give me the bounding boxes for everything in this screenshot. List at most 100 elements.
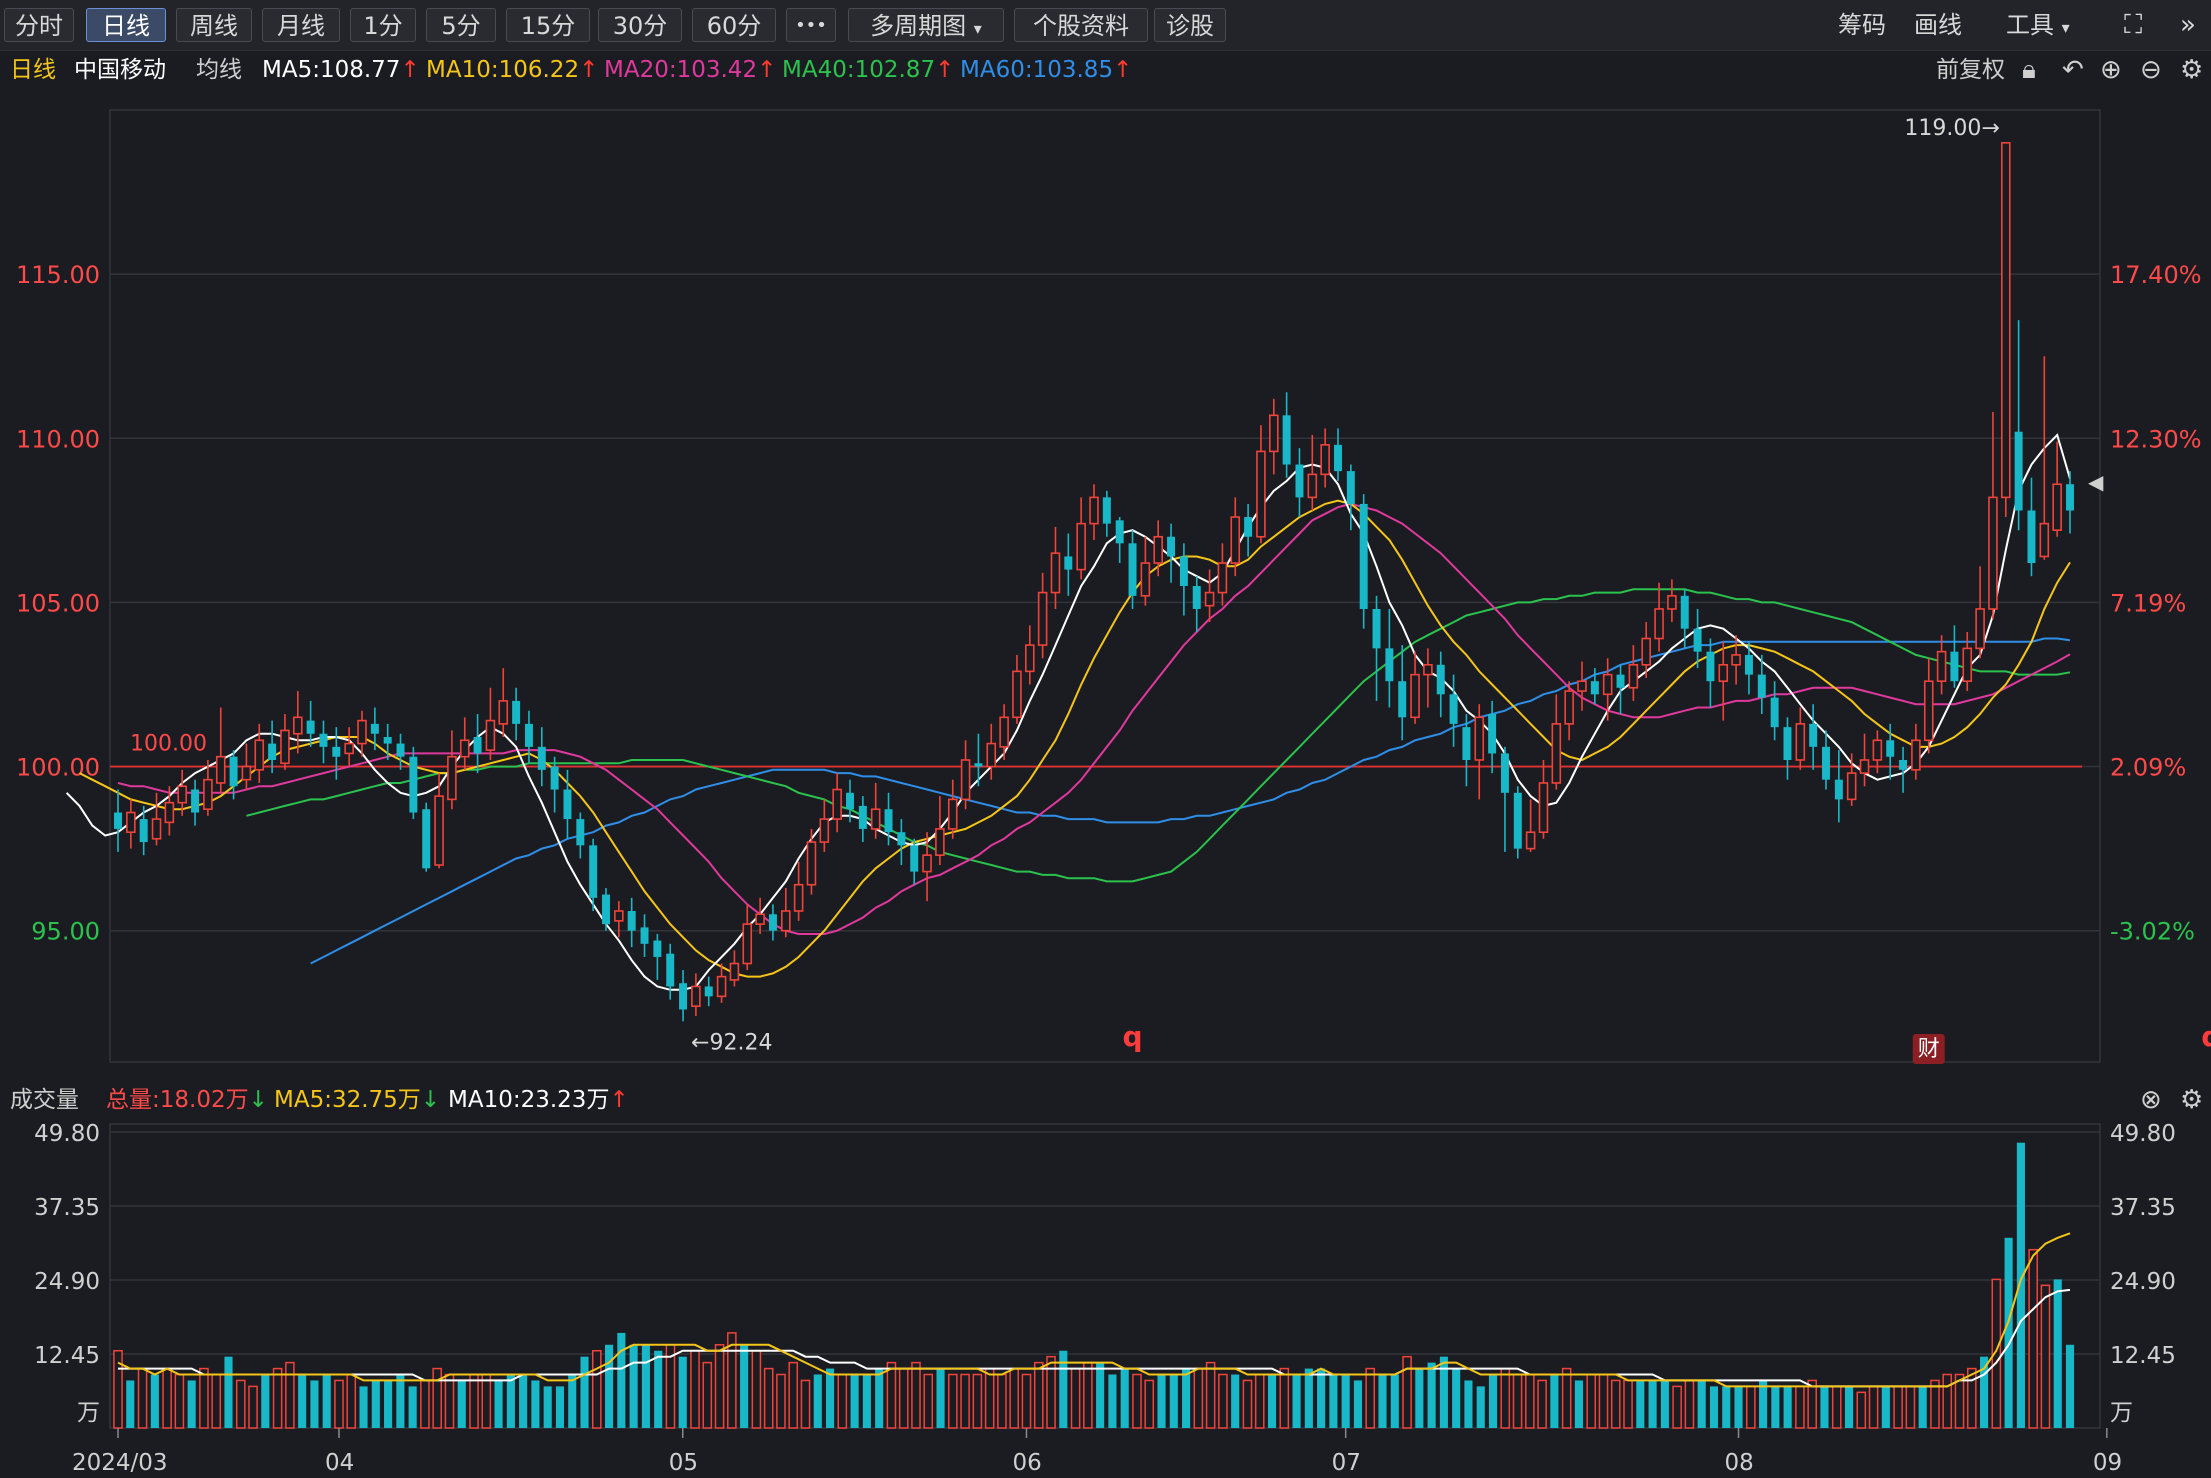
candle-up	[1037, 572, 1048, 659]
volume-bar-down	[555, 1386, 565, 1428]
tab-1min[interactable]: 1分	[350, 8, 416, 42]
candle-body	[139, 819, 148, 843]
adjust-mode-button[interactable]: 前复权	[1936, 52, 2005, 88]
tab-30min[interactable]: 30分	[598, 8, 682, 42]
candle-body	[1602, 673, 1613, 696]
volume-bar-up	[886, 1361, 897, 1429]
volume-bar-up	[2028, 1248, 2038, 1429]
collapse-panel-icon[interactable]: »	[2180, 8, 2196, 42]
candle-body	[614, 910, 624, 922]
candle-down	[268, 720, 277, 774]
volume-bar-down	[457, 1380, 466, 1428]
tab-daily[interactable]: 日线	[86, 8, 166, 42]
candle-body	[473, 737, 482, 754]
candle-body	[1628, 663, 1639, 689]
gear-icon[interactable]: ⚙	[2180, 52, 2203, 88]
candle-down	[319, 720, 328, 764]
candle-body	[1859, 759, 1870, 774]
candle-down	[1179, 543, 1188, 616]
more-periods-button[interactable]: •••	[786, 8, 836, 42]
candle-body	[768, 914, 777, 931]
candle-up	[1076, 497, 1086, 580]
tab-15min[interactable]: 15分	[506, 8, 590, 42]
arrow-up-icon: ↑	[757, 57, 777, 83]
volume-bar-down	[543, 1386, 552, 1428]
ma5-value: MA5:108.77	[262, 57, 401, 83]
volume-bar-down	[1329, 1374, 1338, 1428]
candle-down	[1706, 638, 1715, 708]
candle-body	[563, 789, 572, 820]
diagnose-button[interactable]: 诊股	[1154, 8, 1226, 42]
volume-tick-label: 37.35	[34, 1195, 100, 1221]
candle-body	[653, 940, 662, 957]
candle-body	[1050, 552, 1061, 594]
candle-up	[1089, 484, 1099, 541]
date-tick-label: 08	[1725, 1450, 1754, 1476]
date-tick-label: 09	[2093, 1450, 2122, 1476]
zoom-in-icon[interactable]: ⊕	[2100, 52, 2122, 88]
candle-down	[640, 914, 649, 957]
volume-bar-down	[506, 1374, 515, 1428]
candle-up	[447, 730, 457, 810]
candle-body	[1783, 727, 1792, 760]
candle-down	[666, 943, 675, 1000]
volume-bar-down	[298, 1374, 307, 1428]
volume-tick-label: 24.90	[34, 1269, 100, 1295]
volume-bar-up	[911, 1361, 921, 1429]
tab-60min[interactable]: 60分	[692, 8, 776, 42]
price-chart[interactable]: 95.00 -3.02% 100.00 2.09% 105.00 7.19% 110.00 1…	[0, 88, 2211, 1080]
volume-bar-down	[678, 1356, 687, 1428]
tab-weekly[interactable]: 周线	[176, 8, 252, 42]
candle-body	[268, 743, 277, 760]
volume-bar-up	[1610, 1379, 1621, 1429]
volume-bar-up	[714, 1344, 725, 1429]
price-legend: 日线 中国移动 均线 MA5:108.77↑ MA10:106.22↑ MA20…	[0, 52, 2211, 88]
period-label: 日线	[10, 57, 56, 83]
tab-intraday[interactable]: 分时	[4, 8, 74, 42]
chips-button[interactable]: 筹码	[1838, 8, 1886, 42]
candle-body	[1244, 517, 1253, 537]
tools-menu[interactable]: 工具 ▾	[2006, 8, 2070, 42]
volume-chart[interactable]: 12.45 12.45 24.90 24.90 37.35 37.35 49.80 49.80…	[0, 1118, 2211, 1478]
candle-up	[498, 668, 509, 738]
candle-body	[1795, 723, 1806, 761]
zoom-out-icon[interactable]: ⊖	[2140, 52, 2162, 88]
candle-up	[806, 828, 817, 895]
stock-info-button[interactable]: 个股资料	[1014, 8, 1148, 42]
candle-down	[1822, 730, 1830, 790]
candle-body	[960, 759, 971, 801]
candle-down	[1334, 428, 1342, 481]
candle-body	[884, 809, 893, 833]
volume-bar-down	[1820, 1386, 1829, 1428]
volume-bar-down	[322, 1374, 331, 1428]
volume-bar-up	[1893, 1385, 1903, 1429]
candle-body	[1307, 473, 1318, 499]
candle-body	[2027, 510, 2036, 564]
candle-body	[1025, 644, 1035, 673]
volume-bar-up	[1868, 1385, 1879, 1429]
volume-bar-down	[641, 1344, 650, 1428]
candle-body	[1410, 673, 1420, 719]
multi-period-button[interactable]: 多周期图 ▾	[848, 8, 1004, 42]
volume-bar-down	[580, 1356, 589, 1428]
candle-down	[910, 838, 919, 885]
tab-monthly[interactable]: 月线	[262, 8, 340, 42]
draw-line-button[interactable]: 画线	[1914, 8, 1962, 42]
lock-icon[interactable]: 🔒︎	[2022, 52, 2036, 88]
gear-icon[interactable]: ⚙	[2180, 1082, 2203, 1118]
volume-bar-down	[1771, 1386, 1780, 1428]
arrow-down-icon: ↓	[420, 1087, 441, 1113]
candle-body	[1718, 663, 1729, 682]
tab-5min[interactable]: 5分	[426, 8, 496, 42]
volume-bar-down	[371, 1380, 380, 1428]
candle-body	[1988, 496, 1998, 610]
close-icon[interactable]: ⊗	[2140, 1082, 2162, 1118]
ma20-value: MA20:103.42	[604, 57, 758, 83]
candle-up	[1474, 704, 1485, 800]
candle-body	[1975, 608, 1985, 650]
candle-up	[1217, 543, 1228, 606]
date-tick-label: 2024/03	[72, 1450, 168, 1476]
undo-icon[interactable]: ↶	[2062, 52, 2084, 88]
volume-bar-down	[1881, 1386, 1890, 1428]
fullscreen-icon[interactable]: ⛶	[2124, 8, 2142, 42]
